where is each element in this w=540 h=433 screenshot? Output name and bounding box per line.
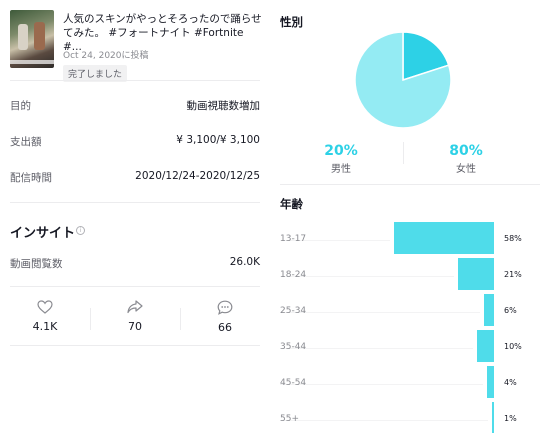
age-label-45-54: 45-54	[280, 378, 307, 388]
age-percent-18-24: 21%	[504, 270, 522, 279]
age-label-13-17: 13-17	[280, 234, 307, 244]
audience-panel: 性別 20% 男性 80% 女性 年齢 13-17 58% 18-24 21% 25-3…	[270, 0, 540, 433]
age-label-35-44: 35-44	[280, 342, 307, 352]
age-bar-18-24	[457, 258, 494, 290]
comment-icon	[217, 300, 233, 315]
divider	[10, 345, 260, 346]
female-label: 女性	[456, 164, 476, 175]
age-bar-25-34	[483, 294, 494, 326]
likes-stat[interactable]: 4.1K	[5, 300, 85, 333]
age-label-25-34: 25-34	[280, 306, 307, 316]
video-summary[interactable]: 人気のスキンがやっとそろったので踊らせてみた。 #フォートナイト #Fortni…	[10, 10, 262, 82]
age-percent-45-54: 4%	[504, 378, 517, 387]
gender-pie-chart	[354, 31, 452, 129]
objective-row: 目的 動画視聴数増加	[10, 98, 260, 112]
female-percent: 80%	[449, 143, 483, 159]
views-value: 26.0K	[229, 256, 260, 268]
comments-stat[interactable]: 66	[185, 300, 265, 334]
age-label-55+: 55+	[280, 414, 299, 424]
views-label: 動画閲覧数	[10, 258, 63, 270]
divider	[10, 286, 260, 287]
male-label: 男性	[331, 164, 351, 175]
insight-heading: インサイト	[10, 226, 76, 241]
age-bar-55+	[492, 402, 494, 433]
spend-label: 支出額	[10, 136, 42, 148]
shares-count: 70	[128, 320, 142, 333]
age-bar-13-17	[394, 222, 494, 254]
objective-label: 目的	[10, 100, 31, 112]
gridline	[280, 384, 484, 385]
spend-value: ¥ 3,100/¥ 3,100	[176, 134, 260, 146]
age-percent-13-17: 58%	[504, 234, 522, 243]
divider	[10, 202, 260, 203]
age-percent-35-44: 10%	[504, 342, 522, 351]
video-post-date: Oct 24, 2020に投稿	[63, 51, 149, 61]
age-percent-25-34: 6%	[504, 306, 517, 315]
campaign-details-panel: 人気のスキンがやっとそろったので踊らせてみた。 #フォートナイト #Fortni…	[0, 0, 270, 433]
divider	[10, 80, 260, 81]
gridline	[280, 348, 473, 349]
views-row: 動画閲覧数 26.0K	[10, 256, 260, 270]
age-bar-35-44	[476, 330, 494, 362]
heart-icon	[37, 300, 53, 314]
share-icon	[127, 300, 143, 314]
schedule-value: 2020/12/24-2020/12/25	[135, 170, 260, 182]
shares-stat[interactable]: 70	[95, 300, 175, 333]
gridline	[280, 420, 488, 421]
age-percent-55+: 1%	[504, 414, 517, 423]
gridline	[280, 312, 480, 313]
video-thumbnail[interactable]	[10, 10, 54, 68]
comments-count: 66	[218, 321, 232, 334]
age-heading: 年齢	[280, 197, 303, 211]
schedule-label: 配信時間	[10, 172, 52, 184]
info-icon[interactable]: i	[76, 226, 85, 235]
age-label-18-24: 18-24	[280, 270, 307, 280]
age-bar-45-54	[487, 366, 494, 398]
objective-value: 動画視聴数増加	[186, 100, 261, 112]
likes-count: 4.1K	[32, 320, 58, 333]
male-percent: 20%	[324, 143, 358, 159]
spend-row: 支出額 ¥ 3,100/¥ 3,100	[10, 134, 260, 148]
divider	[280, 184, 540, 185]
schedule-row: 配信時間 2020/12/24-2020/12/25	[10, 170, 260, 184]
